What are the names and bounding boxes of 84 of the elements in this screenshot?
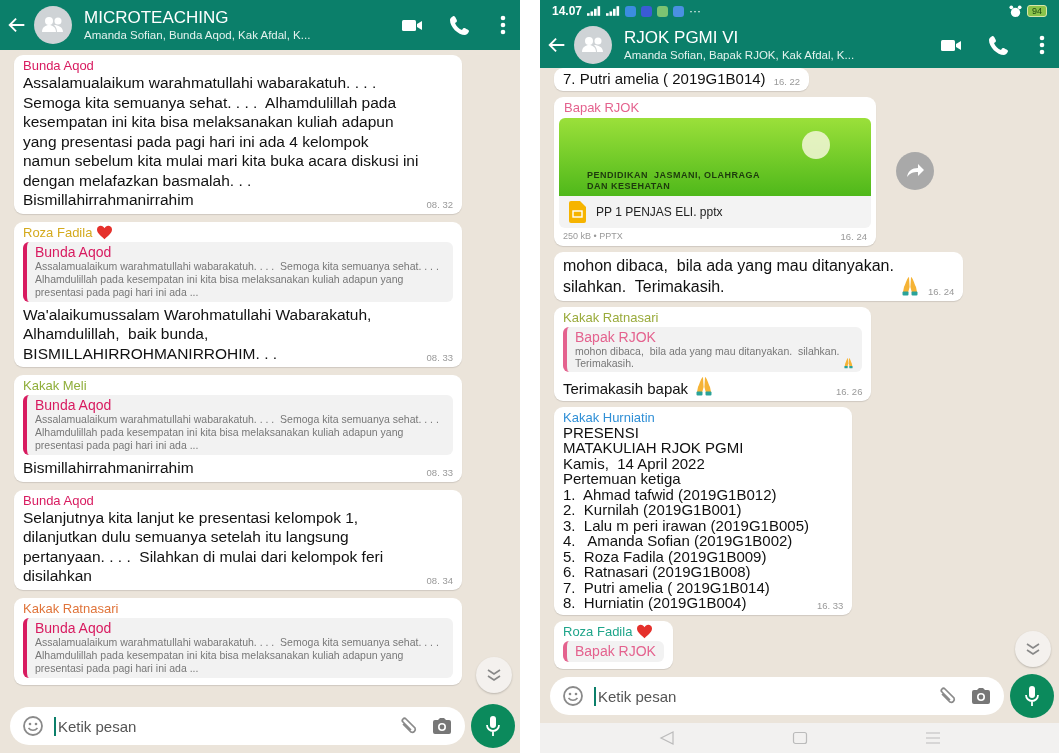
sender-name: Kakak Ratnasari: [563, 309, 659, 325]
sender-name: Kakak Hurniatin: [563, 409, 655, 425]
quote-text: mohon dibaca, bila ada yang mau ditanyakan. silahkan. Terimakasih.: [575, 344, 840, 369]
quoted-message[interactable]: Bapak RJOK: [563, 640, 664, 662]
sender-name: Kakak Meli: [23, 378, 87, 393]
file-attachment[interactable]: PP 1 PENJAS ELI. pptx: [559, 195, 871, 228]
preview-title: PENDIDIKAN JASMANI, OLAHRAGA DAN KESEHATAN: [587, 169, 760, 192]
message-time: 08. 34: [426, 574, 453, 586]
message-time: 16. 24: [840, 230, 867, 242]
status-time: 14.07: [552, 4, 583, 18]
quote-sender: Bunda Aqod: [35, 397, 113, 413]
chat-title: MICROTEACHING: [84, 8, 230, 28]
menu-icon[interactable]: [500, 14, 506, 36]
microphone-icon: [1023, 685, 1041, 707]
chat-members: Amanda Sofian, Bapak RJOK, Kak Afdal, K...: [624, 48, 856, 62]
message-time: 16. 33: [817, 599, 844, 611]
notification-icon: [625, 5, 637, 17]
signal-icon: [587, 6, 602, 16]
message-time: 08. 33: [426, 352, 453, 363]
group-avatar-icon[interactable]: [574, 26, 612, 64]
message-time: 08. 33: [426, 466, 453, 478]
quoted-message[interactable]: [23, 241, 453, 302]
quoted-message[interactable]: [23, 395, 453, 455]
message-field[interactable]: Ketik pesan: [550, 677, 1004, 715]
quote-sender: Bunda Aqod: [35, 619, 113, 636]
chat-members: Amanda Sofian, Bunda Aqod, Kak Afdal, K...: [84, 28, 312, 42]
message-time: 08. 32: [426, 198, 453, 210]
message-text: Assalamualaikum warahmatullahi wabarakatuh. . . . Semoga kita semuanya sehat. . . . Alhamdulillah pada kesempatan ini kita bisa melaksanakan kuliah adapun yang presentasi pada pagi hari ini ada 4 kelompok namun sebelum kita mulai mari kita buka acara diskusi ini dengan melafazkan basmalah. . . Bismillahirrahmanirrahim: [23, 73, 419, 210]
message-time: 16. 26: [836, 385, 863, 397]
microphone-icon: [484, 715, 502, 737]
quote-sender: Bunda Aqod: [35, 243, 113, 260]
sender-name: Roza Fadila: [23, 224, 93, 240]
menu-icon[interactable]: [1039, 34, 1045, 56]
message-text: Bismillahirrahmanirrahim: [23, 458, 194, 478]
battery-indicator: 94: [1027, 5, 1047, 17]
message-input[interactable]: Ketik pesan: [594, 686, 928, 706]
sender-name: Roza Fadila: [563, 623, 633, 639]
scroll-down-button[interactable]: [1015, 631, 1051, 667]
camera-icon[interactable]: [431, 715, 453, 737]
file-meta: 250 kB • PPTX: [563, 231, 623, 241]
double-chevron-icon: [486, 668, 502, 682]
quote-text: Assalamualaikum warahmatullahi wabarakatuh. . . . Semoga kita semuanya sehat. . . . Alhamdulillah pada kesempatan ini kita bisa melaksanakan kuliah adapun yang presentasi pada pagi hari ini ada ...: [35, 413, 440, 452]
forward-button-icon[interactable]: [896, 152, 934, 190]
presentation-file-icon: [569, 200, 586, 223]
quote-sender: Bapak RJOK: [575, 642, 656, 659]
notification-icon: [641, 5, 653, 17]
microphone-button[interactable]: [471, 704, 515, 748]
microphone-button[interactable]: [1010, 674, 1054, 718]
message-text: mohon dibaca, bila ada yang mau ditanyakan. silahkan. Terimakasih.: [563, 255, 894, 297]
phone-call-icon[interactable]: [987, 33, 1011, 57]
scroll-down-button[interactable]: [476, 657, 512, 693]
message-time: 16. 22: [773, 75, 801, 87]
quote-text: Assalamualaikum warahmatullahi wabarakatuh. . . . Semoga kita semuanya sehat. . . . Alhamdulillah pada kesempatan ini kita bisa melaksanakan kuliah adapun yang presentasi pada pagi hari ini ada ...: [35, 259, 440, 299]
message-text: PRESENSI MATAKULIAH RJOK PGMI Kamis, 14 April 2022 Pertemuan ketiga 1. Ahmad tafwid (2019G1B012) 2. Kurnilah (2019G1B001) 3. Lalu m peri irawan (2019G1B005) 4. Amanda Sofian (2019G1B002) 5. Roza Fadila (2019G1B009) 6. Ratnasari (2019G1B008) 7. Putri amelia ( 2019G1B014) 8. Hurniatin (2019G1B004): [563, 424, 809, 611]
message-text: 7. Putri amelia ( 2019G1B014): [563, 71, 766, 87]
notification-icon: [657, 5, 669, 17]
camera-icon[interactable]: [970, 685, 992, 707]
message-text: Wa'alaikumussalam Warohmatullahi Wabarakatuh, Alhamdulillah, baik bunda, BISMILLAHIRROHMANIRROHIM. . .: [23, 304, 373, 363]
signal-icon: [606, 6, 621, 16]
more-notifications: ···: [689, 4, 702, 18]
sender-name: Kakak Ratnasari: [23, 600, 119, 616]
sender-name: Bunda Aqod: [23, 58, 94, 73]
chat-title: RJOK PGMI VI: [624, 28, 740, 48]
message-time: 16. 24: [927, 285, 955, 297]
message-text: Selanjutnya kita lanjut ke presentasi kelompok 1, dilanjutkan dulu semuanya setelah itu langsung pertanyaan. . . . Silahkan di mulai dari kelompok feri disilahkan: [23, 508, 385, 586]
file-name: PP 1 PENJAS ELI. pptx: [596, 204, 723, 219]
quoted-message[interactable]: Bapak RJOK mohon dibaca, bila ada yang mau ditanyakan. silahkan. Terimakasih.: [563, 326, 863, 372]
alarm-icon: [1009, 4, 1022, 18]
group-avatar-icon[interactable]: [34, 6, 72, 44]
notification-icon: [673, 5, 685, 17]
message-input[interactable]: Ketik pesan: [54, 716, 389, 736]
quote-sender: Bapak RJOK: [575, 328, 657, 345]
double-chevron-icon: [1025, 642, 1041, 656]
quote-text: Assalamualaikum warahmatullahi wabarakatuh. . . . Semoga kita semuanya sehat. . . . Alhamdulillah pada kesempatan ini kita bisa melaksanakan kuliah adapun yang presentasi pada pagi hari ini ada ...: [35, 635, 440, 675]
message-text: Terimakasih bapak: [563, 381, 689, 397]
sun-icon: [801, 129, 831, 160]
emoji-icon[interactable]: [22, 715, 44, 737]
quoted-message[interactable]: [23, 617, 453, 678]
sender-name: Bapak RJOK: [564, 99, 640, 115]
phone-call-icon[interactable]: [448, 13, 472, 37]
sender-name: Bunda Aqod: [23, 492, 94, 508]
emoji-icon[interactable]: [562, 685, 584, 707]
message-field[interactable]: Ketik pesan: [10, 707, 465, 745]
slide-preview[interactable]: PENDIDIKAN JASMANI, OLAHRAGA DAN KESEHATAN: [559, 117, 871, 196]
